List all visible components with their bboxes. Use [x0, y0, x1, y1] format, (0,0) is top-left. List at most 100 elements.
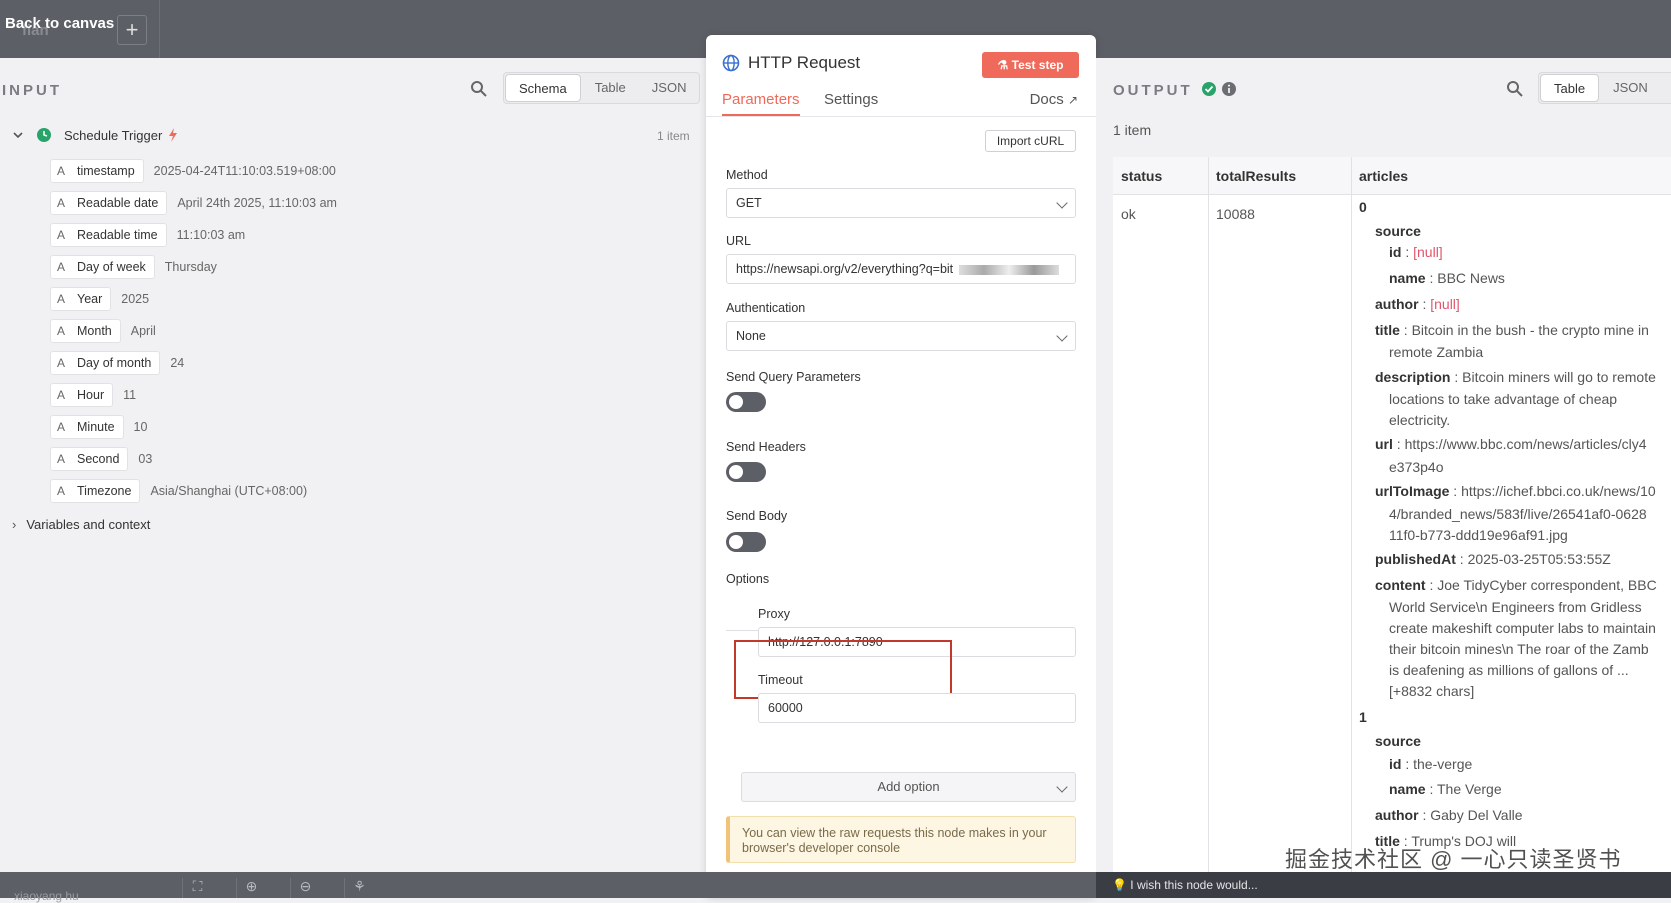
view-schema-tab[interactable]: S: [1661, 73, 1671, 103]
field-value: 03: [138, 452, 153, 466]
zoom-in-icon[interactable]: ⊕: [236, 878, 266, 898]
field-pill[interactable]: A Minute: [50, 415, 124, 439]
schema-field-row[interactable]: A Minute 10: [50, 414, 147, 440]
schema-field-row[interactable]: A Readable time 11:10:03 am: [50, 222, 245, 248]
string-type-icon: A: [57, 196, 66, 210]
send-body-toggle[interactable]: [726, 532, 766, 552]
test-step-button[interactable]: ⚗ Test step: [982, 52, 1079, 78]
tidy-up-icon[interactable]: ⚘: [344, 878, 374, 898]
authentication-value: None: [736, 329, 766, 343]
chevron-down-icon[interactable]: [12, 129, 24, 141]
view-table-tab[interactable]: Table: [582, 73, 639, 103]
schema-field-row[interactable]: A Day of month 24: [50, 350, 184, 376]
search-icon[interactable]: [470, 80, 488, 98]
zoom-out-icon[interactable]: ⊖: [290, 878, 320, 898]
tab-settings[interactable]: Settings: [824, 91, 878, 108]
cell-status: ok: [1121, 206, 1136, 222]
article-key: author: [1375, 296, 1419, 312]
view-table-tab[interactable]: Table: [1540, 74, 1600, 102]
feedback-bar[interactable]: 💡 I wish this node would...: [1096, 872, 1671, 898]
view-json-tab[interactable]: JSON: [1600, 73, 1661, 103]
field-pill[interactable]: A Year: [50, 287, 112, 311]
article-line: create makeshift computer labs to mainta…: [1389, 618, 1656, 639]
success-check-icon: [1202, 82, 1216, 96]
field-pill[interactable]: A Day of month: [50, 351, 161, 375]
field-pill[interactable]: A Readable time: [50, 223, 167, 247]
chevron-down-icon: [1056, 781, 1068, 793]
article-line: source: [1375, 221, 1421, 242]
article-value: their bitcoin mines\n The roar of the Za…: [1389, 641, 1649, 657]
docs-link[interactable]: Docs ↗: [1030, 91, 1078, 108]
schema-field-row[interactable]: A Month April: [50, 318, 156, 344]
article-line: 11f0-b773-ddd19e96af91.jpg: [1389, 525, 1568, 546]
feedback-text: I wish this node would...: [1130, 878, 1258, 892]
field-name: Day of month: [77, 356, 152, 370]
article-line: content : Joe TidyCyber correspondent, B…: [1375, 577, 1657, 593]
field-pill[interactable]: A Hour: [50, 383, 114, 407]
article-value: Gaby Del Valle: [1430, 807, 1523, 823]
import-curl-button[interactable]: Import cURL: [985, 130, 1076, 152]
article-line: author : [null]: [1375, 296, 1460, 312]
field-pill[interactable]: A Timezone: [50, 479, 141, 503]
fit-view-icon[interactable]: ⛶: [182, 878, 212, 898]
url-input[interactable]: https://newsapi.org/v2/everything?q=bit: [726, 254, 1076, 284]
schema-field-row[interactable]: A Year 2025: [50, 286, 149, 312]
article-line: is deafening as millions of gallons of .…: [1389, 660, 1629, 681]
article-key: name: [1389, 270, 1426, 286]
schema-field-row[interactable]: A Readable date April 24th 2025, 11:10:03 …: [50, 190, 337, 216]
schema-field-row[interactable]: A Day of week Thursday: [50, 254, 217, 280]
schema-field-row[interactable]: A Timezone Asia/Shanghai (UTC+08:00): [50, 478, 307, 504]
article-key: author: [1375, 807, 1419, 823]
field-pill[interactable]: A Month: [50, 319, 121, 343]
schema-field-row[interactable]: A Second 03: [50, 446, 152, 472]
method-value: GET: [736, 196, 762, 210]
method-select[interactable]: GET: [726, 188, 1076, 218]
info-icon[interactable]: [1221, 81, 1237, 97]
field-pill[interactable]: A Readable date: [50, 191, 168, 215]
variables-context-toggle[interactable]: › Variables and context: [12, 517, 150, 532]
tab-parameters[interactable]: Parameters: [722, 91, 800, 116]
view-schema-tab[interactable]: Schema: [505, 74, 581, 102]
schedule-trigger-node[interactable]: Schedule Trigger: [12, 127, 178, 143]
article-value: Bitcoin miners will go to remote: [1462, 369, 1656, 385]
modal-title-text: HTTP Request: [748, 53, 861, 72]
column-header-totalresults: totalResults: [1208, 157, 1351, 195]
article-value: https://www.bbc.com/news/articles/cly4: [1404, 436, 1647, 452]
search-icon[interactable]: [1506, 80, 1524, 98]
article-key: id: [1389, 756, 1402, 772]
string-type-icon: A: [57, 164, 66, 178]
field-name: Hour: [77, 388, 105, 402]
options-label: Options: [726, 572, 770, 586]
variables-label: Variables and context: [26, 517, 151, 532]
article-value: 2025-03-25T05:53:55Z: [1467, 551, 1611, 567]
field-value: 2025: [121, 292, 150, 306]
globe-icon: [722, 54, 740, 72]
field-name: Timezone: [77, 484, 132, 498]
string-type-icon: A: [57, 388, 66, 402]
add-tab-button[interactable]: +: [117, 15, 147, 45]
article-line: publishedAt : 2025-03-25T05:53:55Z: [1375, 551, 1611, 567]
developer-console-notice: You can view the raw requests this node …: [726, 816, 1076, 863]
article-key: 0: [1359, 199, 1367, 215]
send-query-toggle[interactable]: [726, 392, 766, 412]
field-pill[interactable]: A Day of week: [50, 255, 155, 279]
article-line: 0: [1359, 197, 1367, 218]
authentication-select[interactable]: None: [726, 321, 1076, 351]
send-headers-toggle[interactable]: [726, 462, 766, 482]
field-pill[interactable]: A Second: [50, 447, 129, 471]
article-value: e373p4o: [1389, 459, 1444, 475]
timeout-input[interactable]: 60000: [758, 693, 1076, 723]
column-divider: [1351, 157, 1352, 872]
column-header-articles: articles: [1351, 157, 1671, 195]
article-key: title: [1375, 322, 1400, 338]
view-json-tab[interactable]: JSON: [639, 73, 700, 103]
article-value: Bitcoin in the bush - the crypto mine in: [1411, 322, 1649, 338]
lightbulb-icon: 💡: [1112, 878, 1127, 892]
field-pill[interactable]: Atimestamp: [50, 159, 144, 183]
add-option-button[interactable]: Add option: [741, 772, 1076, 802]
schema-field-row[interactable]: Atimestamp 2025-04-24T11:10:03.519+08:00: [50, 158, 336, 184]
schema-field-row[interactable]: A Hour 11: [50, 382, 136, 408]
back-to-canvas-button[interactable]: Back to canvas: [5, 15, 114, 32]
docs-label: Docs: [1029, 91, 1064, 108]
send-body-label: Send Body: [726, 509, 788, 523]
